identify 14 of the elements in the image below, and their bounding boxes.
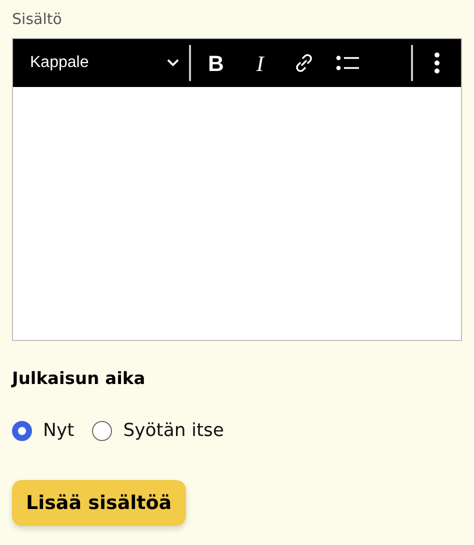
radio-button[interactable] [92,420,112,440]
radio-button[interactable] [12,420,32,440]
chevron-down-icon [167,59,179,67]
kebab-menu-icon [434,52,440,74]
radio-label[interactable]: Nyt [43,417,74,444]
section-heading: Julkaisun aika [12,368,146,391]
link-icon [294,53,314,73]
italic-button[interactable]: I [241,43,279,83]
bold-button[interactable]: B [197,43,235,83]
radio-label[interactable]: Syötän itse [123,417,224,444]
block-type-dropdown[interactable]: Kappale [13,39,189,87]
field-label: Sisältö [12,9,63,30]
bullet-list-icon [336,55,360,71]
add-content-button[interactable]: Lisää sisältöä [12,480,186,526]
